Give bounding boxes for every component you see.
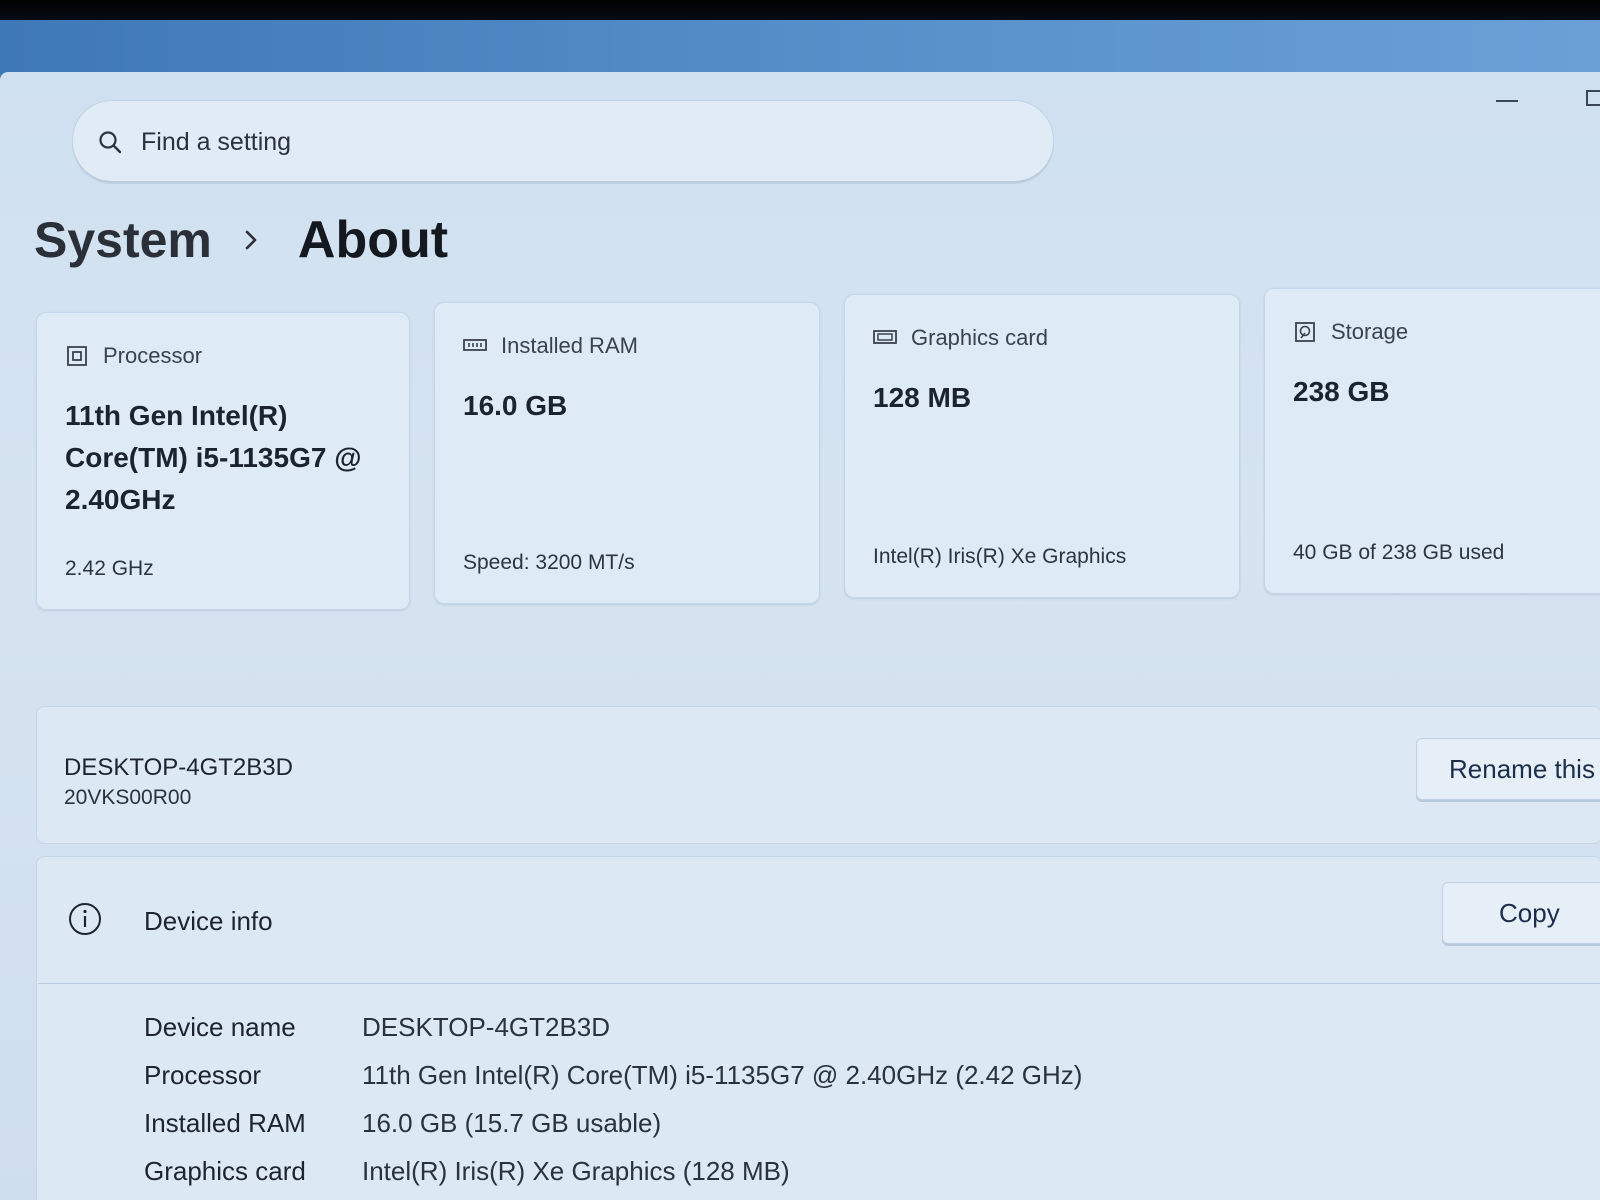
device-info-title: Device info — [144, 906, 273, 936]
spec-value: DESKTOP-4GT2B3D — [362, 1012, 611, 1042]
rename-pc-button[interactable]: Rename this — [1416, 738, 1600, 800]
storage-card-value: 238 GB — [1293, 376, 1390, 407]
search-box[interactable] — [72, 100, 1054, 184]
graphics-card-icon — [873, 327, 897, 349]
ram-icon — [463, 335, 487, 357]
spec-value: 16.0 GB (15.7 GB usable) — [362, 1108, 662, 1138]
spec-value: Intel(R) Iris(R) Xe Graphics (128 MB) — [362, 1156, 790, 1186]
maximize-button[interactable] — [1586, 90, 1600, 106]
graphics-card-sub: Intel(R) Iris(R) Xe Graphics — [873, 545, 1127, 568]
processor-card-sub: 2.42 GHz — [65, 557, 154, 580]
graphics-card-label: Graphics card — [911, 325, 1048, 350]
ram-card-label: Installed RAM — [501, 333, 638, 358]
graphics-card-card: Graphics card 128 MB Intel(R) Iris(R) Xe… — [844, 294, 1240, 598]
processor-card-value: 11th Gen Intel(R) Core(TM) i5-1135G7 @ 2… — [65, 400, 362, 515]
graphics-card-value: 128 MB — [873, 382, 972, 413]
copy-button[interactable]: Copy — [1442, 882, 1600, 944]
spec-row-device-name: Device name DESKTOP-4GT2B3D — [144, 1012, 1444, 1043]
storage-card: Storage 238 GB 40 GB of 238 GB used — [1264, 288, 1600, 594]
search-icon — [95, 127, 125, 157]
processor-icon — [65, 345, 89, 367]
storage-icon — [1293, 321, 1317, 343]
storage-card-sub: 40 GB of 238 GB used — [1293, 541, 1505, 564]
breadcrumb-system[interactable]: System — [34, 211, 212, 269]
info-icon — [68, 902, 102, 936]
spec-label: Processor — [144, 1060, 262, 1090]
spec-label: Installed RAM — [144, 1108, 306, 1138]
minimize-button[interactable] — [1496, 100, 1518, 102]
ram-card-sub: Speed: 3200 MT/s — [463, 551, 635, 574]
device-hostname: DESKTOP-4GT2B3D — [64, 754, 293, 781]
chevron-right-icon — [242, 225, 264, 255]
spec-row-installed-ram: Installed RAM 16.0 GB (15.7 GB usable) — [144, 1108, 1444, 1139]
spec-value: 11th Gen Intel(R) Core(TM) i5-1135G7 @ 2… — [362, 1060, 1083, 1090]
spec-label: Device name — [144, 1012, 296, 1042]
ram-card: Installed RAM 16.0 GB Speed: 3200 MT/s — [434, 302, 820, 604]
breadcrumb: System About — [34, 210, 448, 270]
search-input[interactable] — [139, 126, 963, 158]
spec-label: Graphics card — [144, 1156, 306, 1186]
spec-row-processor: Processor 11th Gen Intel(R) Core(TM) i5-… — [144, 1060, 1444, 1091]
divider — [38, 983, 1600, 984]
spec-row-graphics-card: Graphics card Intel(R) Iris(R) Xe Graphi… — [144, 1156, 1444, 1187]
processor-card: Processor 11th Gen Intel(R) Core(TM) i5-… — [36, 312, 410, 610]
storage-card-label: Storage — [1331, 319, 1409, 344]
page-title: About — [297, 211, 449, 269]
ram-card-value: 16.0 GB — [463, 390, 568, 421]
device-model: 20VKS00R00 — [64, 786, 192, 809]
processor-card-label: Processor — [103, 343, 203, 368]
